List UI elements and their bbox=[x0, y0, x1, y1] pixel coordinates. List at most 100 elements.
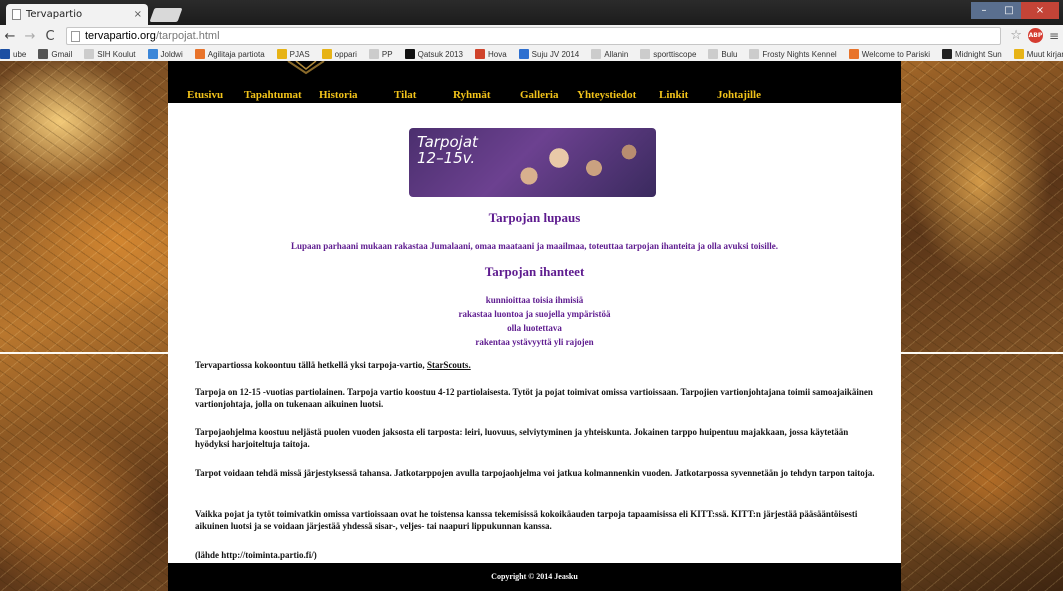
bookmark-label: Agilitaja partiota bbox=[207, 49, 265, 59]
bookmark-item[interactable]: sporttiscope bbox=[640, 49, 696, 59]
nav-galleria[interactable]: Galleria bbox=[520, 89, 559, 101]
starscouts-link[interactable]: StarScouts. bbox=[427, 360, 471, 370]
nav-etusivu[interactable]: Etusivu bbox=[187, 89, 223, 101]
body-paragraph: Tarpojaohjelma koostuu neljästä puolen v… bbox=[195, 427, 849, 449]
ihanteet-title: Tarpojan ihanteet bbox=[484, 264, 585, 279]
bookmark-item[interactable]: Gmail bbox=[38, 49, 72, 59]
bookmark-favicon-icon bbox=[368, 49, 379, 59]
close-window-button[interactable]: × bbox=[1021, 2, 1059, 19]
bookmark-label: Bulu bbox=[721, 49, 738, 59]
bookmark-item[interactable]: oppari bbox=[321, 49, 357, 59]
bookmark-label: Suju JV 2014 bbox=[531, 49, 580, 59]
maximize-button[interactable]: □ bbox=[997, 2, 1021, 19]
bookmark-item[interactable]: Allanin bbox=[591, 49, 628, 59]
bookmark-favicon-icon bbox=[321, 49, 332, 59]
nav-tapahtumat[interactable]: Tapahtumat bbox=[244, 89, 302, 101]
bookmark-label: Muut kirjanmerkit bbox=[1026, 49, 1063, 59]
bookmark-favicon-icon bbox=[749, 49, 760, 59]
bookmark-item[interactable]: Midnight Sun bbox=[942, 49, 1002, 59]
nav-historia[interactable]: Historia bbox=[319, 89, 358, 101]
bookmark-label: Qatsuk 2013 bbox=[417, 49, 463, 59]
bookmark-label: ube bbox=[13, 49, 27, 59]
ideal-item: olla luotettava bbox=[507, 323, 562, 333]
nav-linkit[interactable]: Linkit bbox=[659, 89, 688, 101]
site-footer: Copyright © 2014 Jeasku bbox=[168, 563, 901, 591]
ideal-item: kunnioittaa toisia ihmisiä bbox=[485, 295, 584, 305]
ideal-item: rakentaa ystävyyttä yli rajojen bbox=[475, 337, 594, 347]
bookmark-item[interactable]: Bulu bbox=[708, 49, 737, 59]
bookmark-favicon-icon bbox=[942, 49, 953, 59]
bookmark-item[interactable]: Muut kirjanmerkit bbox=[1013, 49, 1063, 59]
bookmark-label: PP bbox=[381, 49, 393, 59]
bookmark-favicon-icon bbox=[404, 49, 415, 59]
bookmark-item[interactable]: Suju JV 2014 bbox=[518, 49, 580, 59]
bookmark-favicon-icon bbox=[38, 49, 49, 59]
bookmark-favicon-icon bbox=[518, 49, 529, 59]
bookmark-item[interactable]: PJAS bbox=[276, 49, 310, 59]
adblock-icon[interactable]: ABP bbox=[1027, 28, 1043, 43]
page-icon bbox=[71, 30, 80, 42]
bookmark-item[interactable]: Frosty Nights Kennel bbox=[749, 49, 837, 59]
bookmark-favicon-icon bbox=[1013, 49, 1024, 59]
bookmark-star-icon[interactable]: ☆ bbox=[1010, 28, 1022, 43]
bookmark-item[interactable]: Joldwi bbox=[147, 49, 183, 59]
bookmark-item[interactable]: Welcome to Pariski bbox=[848, 49, 931, 59]
nav-johtajille[interactable]: Johtajille bbox=[717, 89, 761, 101]
banner-line-1: Tarpojat bbox=[417, 133, 478, 151]
bookmark-label: Hova bbox=[487, 49, 507, 59]
bookmark-favicon-icon bbox=[848, 49, 859, 59]
nav-tilat[interactable]: Tilat bbox=[394, 89, 416, 101]
bookmark-favicon-icon bbox=[84, 49, 95, 59]
intro-text: Tervapartiossa kokoontuu tällä hetkellä … bbox=[195, 360, 427, 370]
banner-line-2: 12–15v. bbox=[417, 149, 476, 167]
header-logo-icon bbox=[287, 61, 325, 75]
lupaus-title: Tarpojan lupaus bbox=[488, 210, 581, 225]
bookmark-label: sporttiscope bbox=[653, 49, 697, 59]
bookmark-item[interactable]: ube bbox=[0, 49, 26, 59]
nav-ryhmat[interactable]: Ryhmät bbox=[453, 89, 491, 101]
browser-tab[interactable]: Tervapartio × bbox=[6, 4, 148, 25]
bookmark-item[interactable]: Agilitaja partiota bbox=[194, 49, 265, 59]
minimize-button[interactable]: – bbox=[971, 2, 997, 19]
tarpojat-banner-image: Tarpojat 12–15v. bbox=[409, 128, 656, 197]
bookmark-label: Frosty Nights Kennel bbox=[762, 49, 837, 59]
banner-text: Tarpojat 12–15v. bbox=[417, 134, 497, 166]
address-bar[interactable]: tervapartio.org/tarpojat.html bbox=[66, 27, 1001, 45]
ideal-item: rakastaa luontoa ja suojella ympäristöä bbox=[458, 309, 611, 319]
bookmark-favicon-icon bbox=[708, 49, 719, 59]
url-path: /tarpojat.html bbox=[155, 30, 220, 42]
body-paragraph: Tarpot voidaan tehdä missä järjestyksess… bbox=[195, 468, 875, 478]
new-tab-button[interactable] bbox=[149, 8, 183, 22]
bookmark-item[interactable]: SIH Koulut bbox=[84, 49, 136, 59]
page-viewport: Etusivu Tapahtumat Historia Tilat Ryhmät Gall… bbox=[0, 61, 1063, 591]
bookmark-favicon-icon bbox=[276, 49, 287, 59]
back-icon[interactable]: ← bbox=[0, 29, 20, 44]
main-content: Tarpojat 12–15v. Tarpojan lupaus Lupaan … bbox=[168, 103, 901, 563]
close-tab-icon[interactable]: × bbox=[134, 9, 142, 20]
bookmark-label: Joldwi bbox=[160, 49, 183, 59]
bookmark-label: Welcome to Pariski bbox=[861, 49, 931, 59]
source-note: (lähde http://toiminta.partio.fi/) bbox=[195, 550, 317, 560]
bookmark-favicon-icon bbox=[474, 49, 485, 59]
browser-toolbar: ← → C tervapartio.org/tarpojat.html ☆ AB… bbox=[0, 25, 1063, 47]
menu-icon[interactable]: ≡ bbox=[1049, 29, 1059, 43]
url-host: tervapartio.org bbox=[85, 30, 156, 42]
bookmark-item[interactable]: Qatsuk 2013 bbox=[404, 49, 463, 59]
bookmarks-bar: ube Gmail SIH Koulut Joldwi Agilitaja partio… bbox=[0, 47, 1063, 61]
bookmark-label: Gmail bbox=[51, 49, 73, 59]
bookmark-favicon-icon bbox=[0, 49, 10, 59]
bookmark-label: SIH Koulut bbox=[97, 49, 136, 59]
bookmark-item[interactable]: PP bbox=[368, 49, 393, 59]
lupaus-text: Lupaan parhaani mukaan rakastaa Jumalaan… bbox=[290, 241, 779, 251]
window-controls: – □ × bbox=[971, 2, 1059, 19]
bookmark-label: PJAS bbox=[289, 49, 310, 59]
bookmark-favicon-icon bbox=[640, 49, 651, 59]
tab-title: Tervapartio bbox=[26, 9, 83, 20]
bookmark-label: Allanin bbox=[604, 49, 629, 59]
bookmark-label: oppari bbox=[334, 49, 357, 59]
forward-icon[interactable]: → bbox=[20, 29, 40, 44]
nav-yhteystiedot[interactable]: Yhteystiedot bbox=[577, 89, 636, 101]
bookmark-item[interactable]: Hova bbox=[474, 49, 507, 59]
reload-icon[interactable]: C bbox=[40, 29, 60, 44]
page-icon bbox=[12, 9, 21, 20]
